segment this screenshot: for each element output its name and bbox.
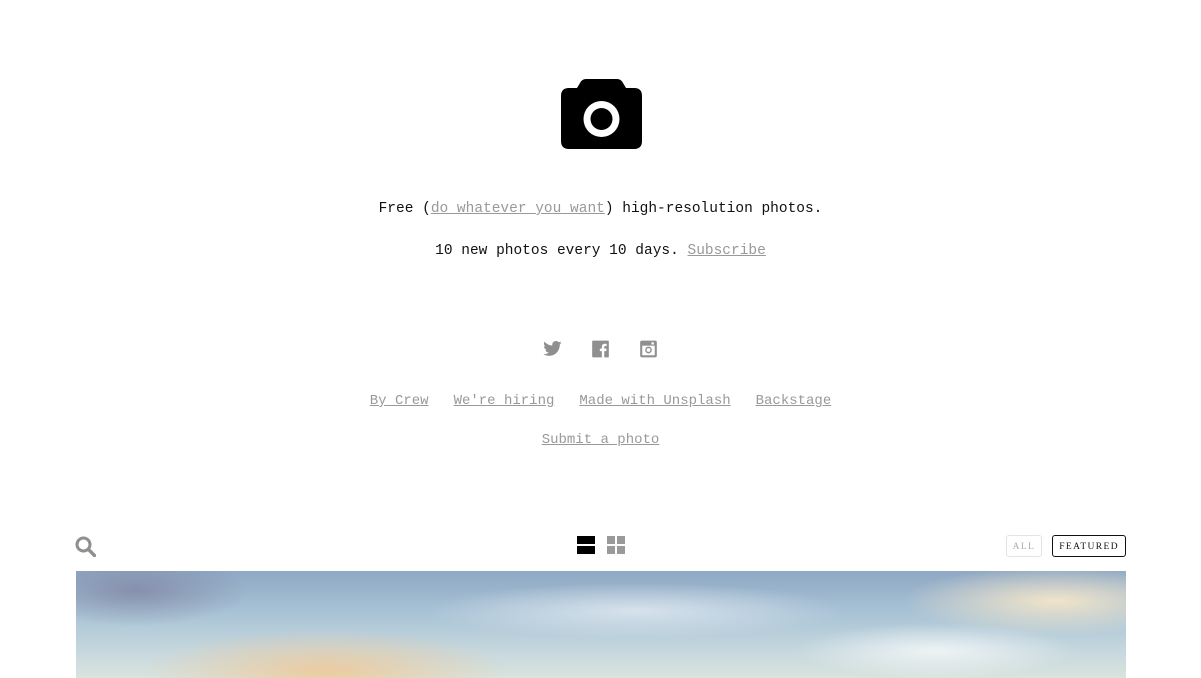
license-link[interactable]: do whatever you want <box>431 201 605 217</box>
search-icon[interactable] <box>75 536 96 557</box>
subscribe-text: 10 new photos every 10 days. <box>435 243 688 259</box>
facebook-icon[interactable] <box>590 339 611 359</box>
tagline-suffix: ) high-resolution photos. <box>604 201 823 217</box>
subscribe-link[interactable]: Subscribe <box>688 243 766 259</box>
camera-icon[interactable] <box>561 79 642 150</box>
grid-view-icon[interactable] <box>606 535 626 555</box>
social-links <box>0 339 1201 359</box>
subscribe-line: 10 new photos every 10 days. Subscribe <box>0 241 1201 261</box>
tagline-prefix: Free ( <box>378 201 431 217</box>
backstage-link[interactable]: Backstage <box>756 392 832 410</box>
submit-row: Submit a photo <box>0 431 1201 449</box>
made-with-unsplash-link[interactable]: Made with Unsplash <box>579 392 730 410</box>
by-crew-link[interactable]: By Crew <box>370 392 429 410</box>
photo-filters: ALL FEATURED <box>1005 535 1126 557</box>
submit-photo-link[interactable]: Submit a photo <box>542 432 660 448</box>
twitter-icon[interactable] <box>542 339 563 359</box>
filter-featured-button[interactable]: FEATURED <box>1052 535 1126 557</box>
hiring-link[interactable]: We're hiring <box>454 392 555 410</box>
instagram-icon[interactable] <box>638 339 659 359</box>
footer-links: By Crew We're hiring Made with Unsplash … <box>0 392 1201 410</box>
tagline: Free (do whatever you want) high-resolut… <box>0 199 1201 219</box>
view-toggle <box>576 535 626 555</box>
single-column-view-icon[interactable] <box>576 535 596 555</box>
page: Free (do whatever you want) high-resolut… <box>0 0 1201 678</box>
featured-photo[interactable] <box>76 571 1126 678</box>
filter-all-button[interactable]: ALL <box>1005 535 1043 557</box>
